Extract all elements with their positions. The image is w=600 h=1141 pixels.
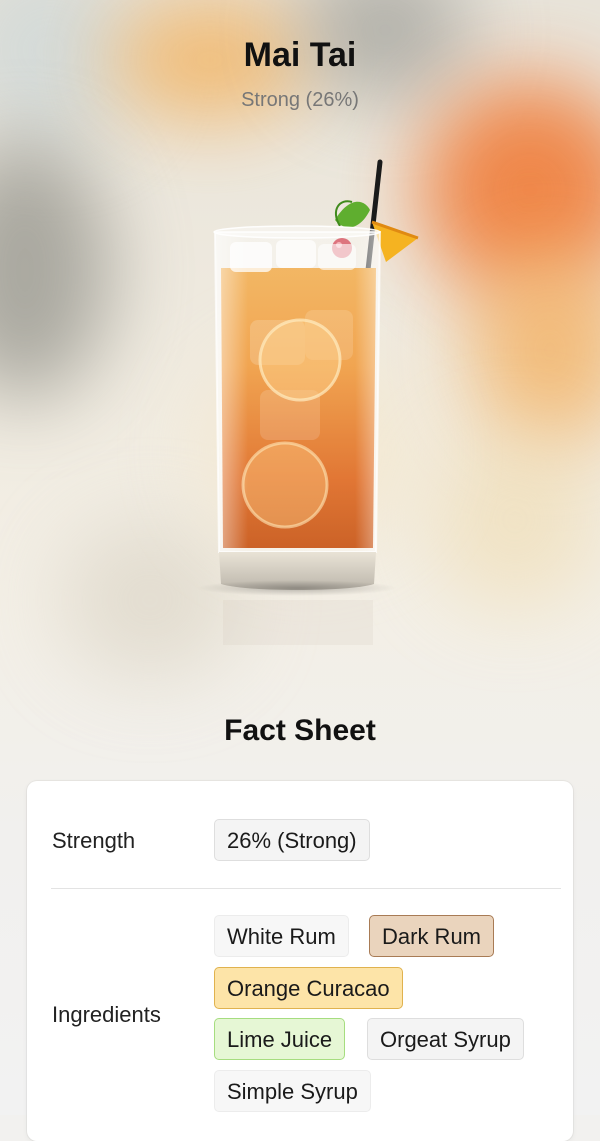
ingredient-chip-lime-juice[interactable]: Lime Juice [214,1018,346,1060]
fact-sheet-title: Fact Sheet [224,714,376,747]
divider [51,888,561,889]
ingredients-label: Ingredients [52,1002,161,1027]
drink-strength-subtitle: Strong (26%) [241,89,359,111]
ingredient-chip-orgeat-syrup[interactable]: Orgeat Syrup [367,1018,524,1060]
ingredient-chip-simple-syrup[interactable]: Simple Syrup [214,1070,371,1112]
fact-sheet-card: Strength 26% (Strong) Ingredients White … [27,781,573,1141]
drink-title: Mai Tai [243,36,357,74]
strength-label: Strength [52,828,136,853]
ingredient-chip-white-rum[interactable]: White Rum [214,915,349,957]
cocktail-glass-image [190,150,430,650]
ingredient-chip-dark-rum[interactable]: Dark Rum [369,915,495,957]
ingredient-chip-orange-curacao[interactable]: Orange Curacao [214,967,403,1009]
strength-value-chip: 26% (Strong) [214,819,370,861]
